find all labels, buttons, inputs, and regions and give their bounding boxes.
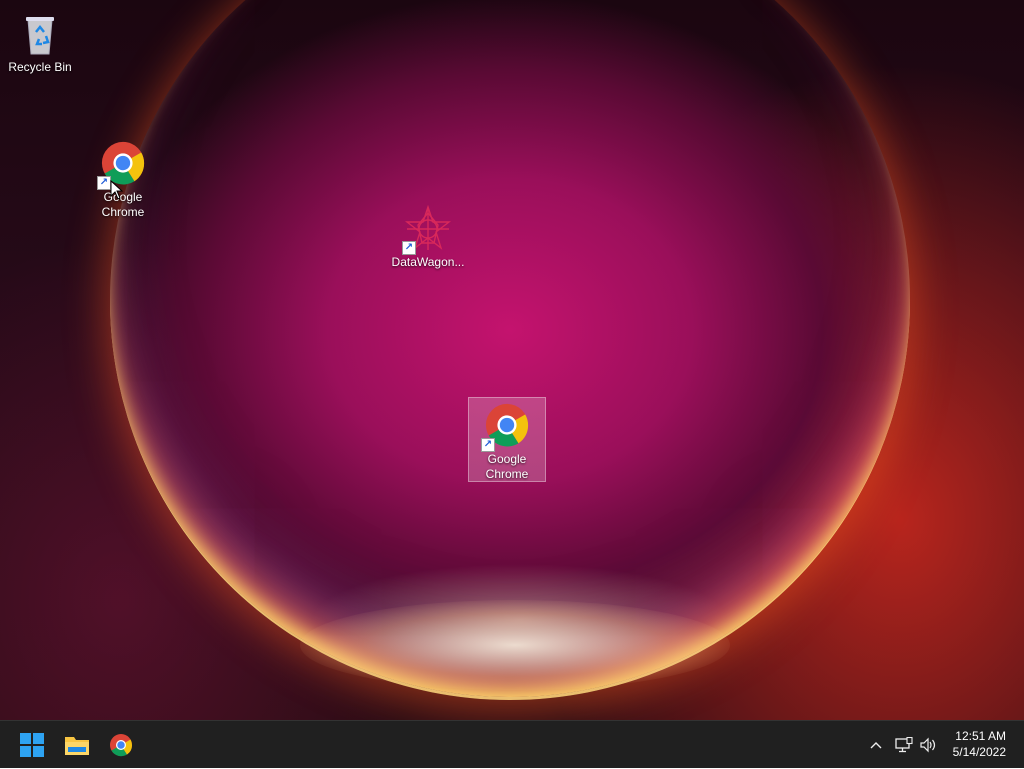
wallpaper-glow	[300, 600, 730, 690]
chrome-taskbar-button[interactable]	[101, 725, 141, 765]
desktop-icon-datawagon[interactable]: ↗ DataWagon...	[388, 201, 468, 270]
chrome-icon: ↗	[97, 140, 147, 190]
file-explorer-icon	[65, 737, 89, 755]
show-hidden-icons-button[interactable]	[864, 721, 888, 769]
desktop-icon-google-chrome-selected[interactable]: ↗ Google Chrome	[468, 397, 546, 482]
shortcut-arrow-icon: ↗	[402, 241, 416, 255]
network-icon	[895, 737, 913, 753]
chrome-icon	[110, 734, 133, 757]
network-button[interactable]	[892, 721, 916, 769]
windows-start-icon	[20, 733, 44, 757]
datawagon-icon: ↗	[402, 204, 452, 255]
clock-time: 12:51 AM	[955, 729, 1006, 743]
datawagon-label: DataWagon...	[391, 255, 465, 269]
start-button[interactable]	[12, 725, 52, 765]
desktop-icon-google-chrome[interactable]: ↗ Google Chrome	[83, 136, 163, 220]
shortcut-arrow-icon: ↗	[97, 176, 111, 190]
volume-icon	[920, 737, 936, 753]
desktop-icon-recycle-bin[interactable]: Recycle Bin	[0, 6, 80, 75]
recycle-bin-label: Recycle Bin	[8, 60, 72, 74]
shortcut-arrow-icon: ↗	[481, 438, 495, 452]
file-explorer-button[interactable]	[57, 725, 97, 765]
google-chrome-label: Google Chrome	[101, 190, 145, 219]
clock-date: 5/14/2022	[952, 745, 1006, 759]
google-chrome-label: Google Chrome	[485, 452, 529, 481]
wallpaper-ring	[110, 0, 910, 700]
taskbar: 12:51 AM 5/14/2022	[0, 720, 1024, 768]
chevron-up-icon	[870, 742, 882, 749]
desktop[interactable]: Recycle Bin ↗ Google Chrome ↗ DataWagon.…	[0, 0, 1024, 720]
chrome-icon: ↗	[481, 402, 531, 452]
system-clock[interactable]: 12:51 AM 5/14/2022	[953, 728, 1006, 760]
volume-button[interactable]	[917, 721, 941, 769]
recycle-bin-icon	[16, 10, 64, 58]
